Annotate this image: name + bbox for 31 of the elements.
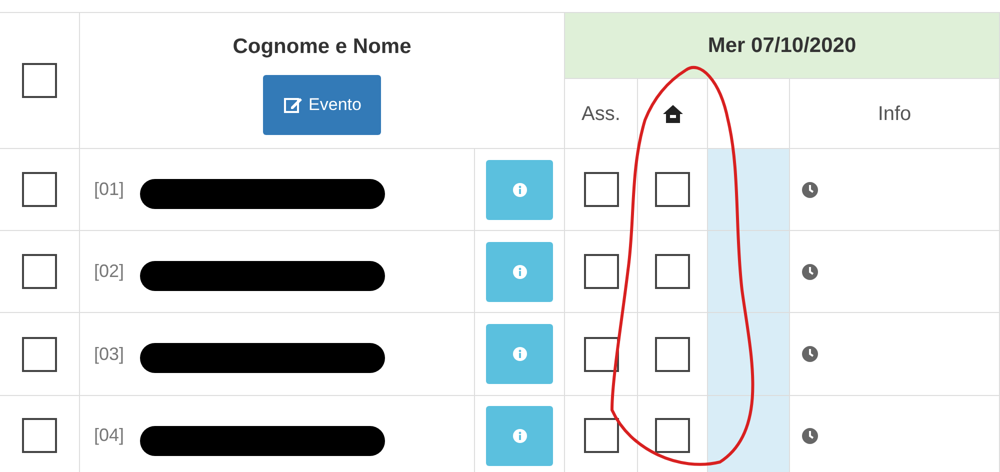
- info-icon: [512, 264, 526, 278]
- checkbox[interactable]: [22, 172, 57, 207]
- info-icon: [512, 182, 526, 196]
- info-icon: [512, 347, 526, 361]
- checkbox[interactable]: [655, 336, 690, 372]
- checkbox[interactable]: [655, 418, 690, 453]
- clock-icon: [802, 346, 818, 362]
- checkbox[interactable]: [584, 418, 618, 453]
- student-code: [02]: [94, 260, 124, 283]
- checkbox[interactable]: [655, 172, 690, 207]
- student-code: [01]: [94, 178, 124, 201]
- clock-icon: [802, 428, 818, 444]
- column-header: Info: [878, 102, 912, 126]
- info-icon: [512, 428, 526, 442]
- checkbox[interactable]: [22, 418, 57, 453]
- column-header: Ass.: [582, 102, 620, 126]
- clock-icon: [802, 264, 818, 280]
- checkbox[interactable]: [22, 336, 57, 372]
- clock-icon: [802, 182, 818, 198]
- student-code: [04]: [94, 424, 124, 447]
- column-header: Cognome e Nome: [232, 34, 412, 60]
- date-header: Mer 07/10/2020: [708, 32, 856, 59]
- checkbox[interactable]: [584, 172, 618, 207]
- checkbox[interactable]: [22, 254, 57, 289]
- home-icon: [662, 104, 684, 124]
- checkbox[interactable]: [22, 63, 57, 98]
- student-code: [03]: [94, 342, 124, 366]
- event-button[interactable]: Evento: [262, 74, 382, 134]
- checkbox[interactable]: [584, 254, 618, 289]
- checkbox[interactable]: [584, 336, 618, 372]
- checkbox[interactable]: [655, 254, 690, 289]
